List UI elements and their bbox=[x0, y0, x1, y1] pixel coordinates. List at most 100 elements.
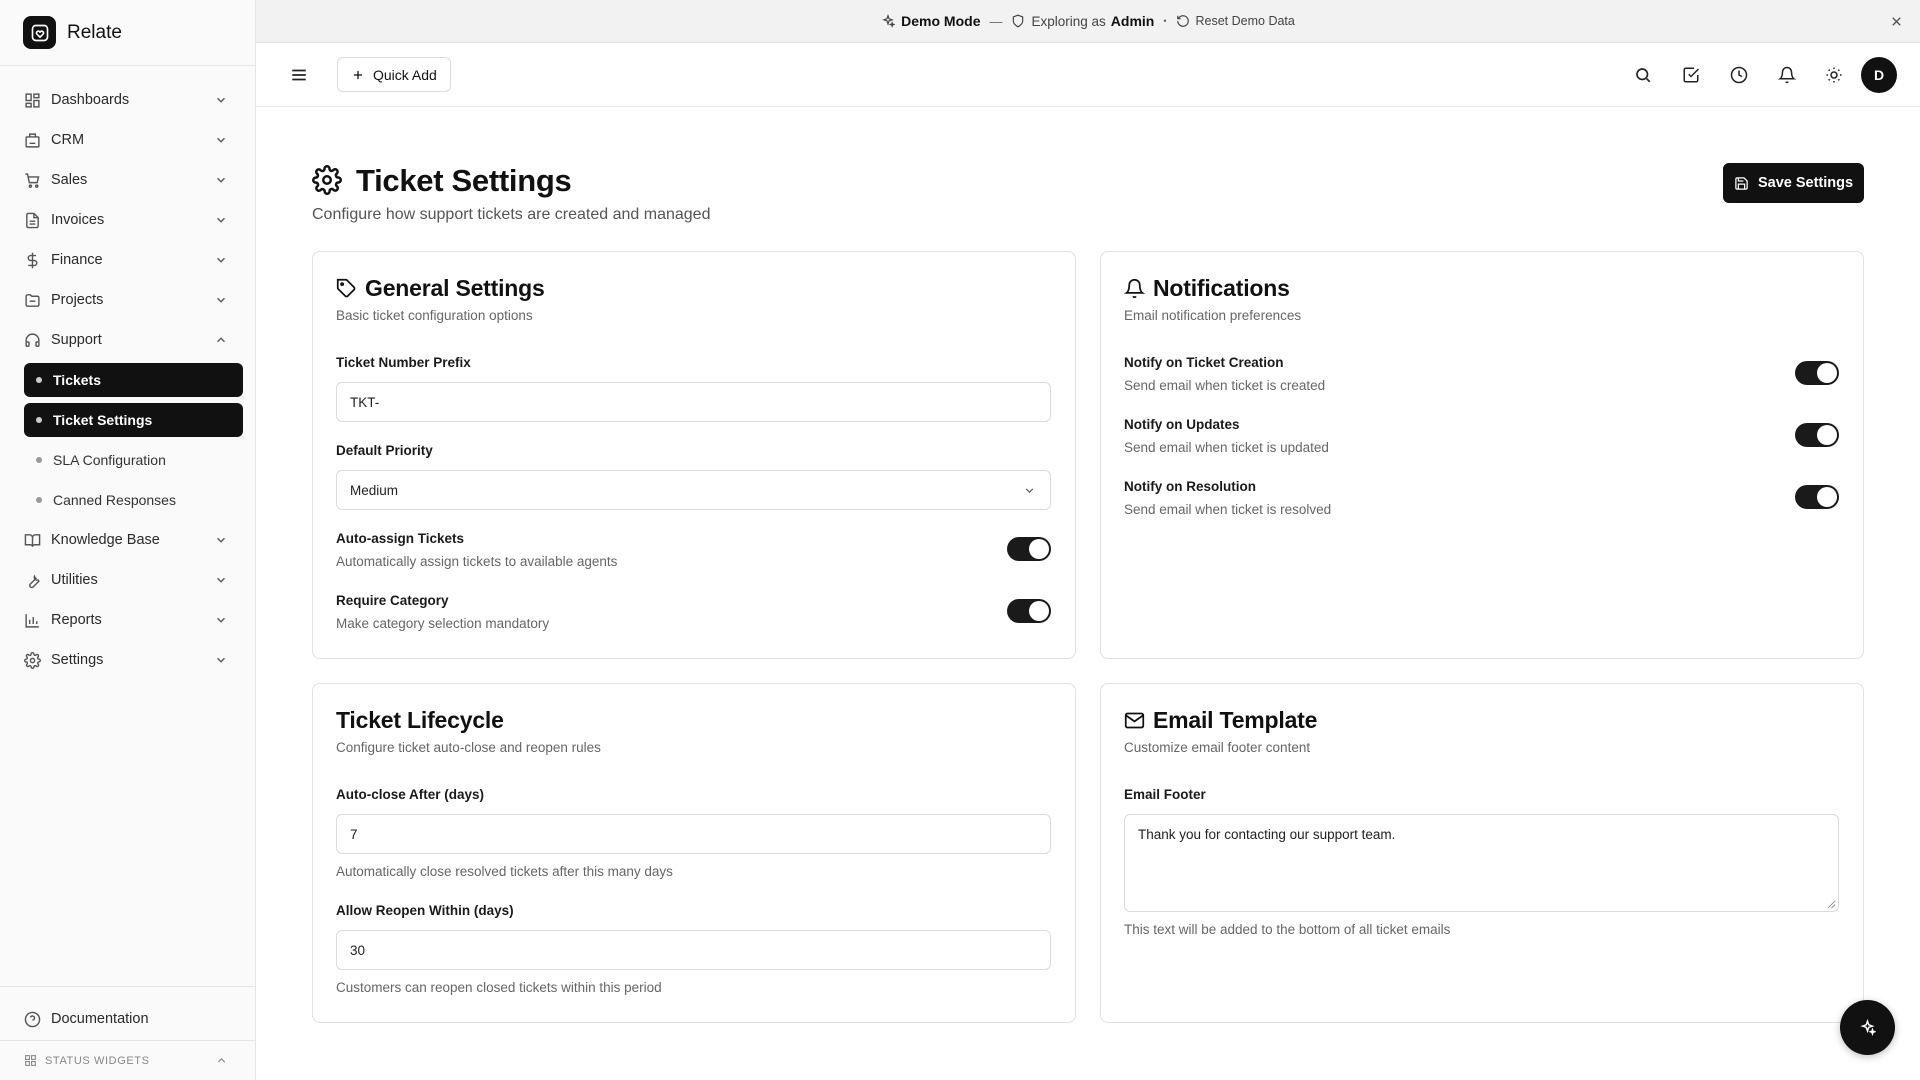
chevron-down-icon bbox=[217, 177, 225, 183]
sidebar-item-label: Projects bbox=[51, 292, 104, 308]
sidebar-item-label: Knowledge Base bbox=[51, 532, 160, 548]
help-circle-icon bbox=[24, 1011, 41, 1027]
sidebar-item-projects[interactable]: Projects bbox=[16, 284, 242, 316]
search-icon[interactable] bbox=[1634, 66, 1652, 84]
notify-resolution-title: Notify on Resolution bbox=[1124, 479, 1256, 494]
bell-icon[interactable] bbox=[1778, 66, 1796, 84]
default-priority-value: Medium bbox=[350, 482, 399, 498]
status-widgets-toggle[interactable]: STATUS WIDGETS bbox=[0, 1040, 256, 1080]
auto-close-input[interactable]: 7 bbox=[336, 814, 1051, 854]
notify-resolution-toggle[interactable] bbox=[1795, 485, 1839, 509]
grid-icon bbox=[25, 1055, 36, 1066]
sidebar-item-label: Reports bbox=[51, 612, 102, 628]
dashboard-icon bbox=[25, 92, 40, 108]
page-title: Ticket Settings bbox=[356, 163, 572, 198]
email-template-title: Email Template bbox=[1124, 707, 1317, 734]
sidebar-item-reports[interactable]: Reports bbox=[16, 604, 242, 636]
sidebar-item-support[interactable]: Support bbox=[16, 324, 242, 356]
chevron-down-icon bbox=[1025, 488, 1034, 493]
auto-close-hint: Automatically close resolved tickets aft… bbox=[336, 864, 673, 879]
reopen-label: Allow Reopen Within (days) bbox=[336, 903, 514, 918]
avatar[interactable]: D bbox=[1861, 57, 1897, 93]
documentation-link[interactable]: Documentation bbox=[16, 1004, 149, 1034]
reset-demo-button[interactable]: Reset Demo Data bbox=[1176, 14, 1295, 28]
sidebar-subitem-ticket-settings[interactable]: Ticket Settings bbox=[24, 403, 243, 437]
sun-icon[interactable] bbox=[1825, 66, 1843, 84]
chevron-up-icon bbox=[217, 1058, 226, 1063]
save-settings-button[interactable]: Save Settings bbox=[1723, 163, 1864, 203]
gear-icon bbox=[24, 651, 41, 669]
reopen-hint: Customers can reopen closed tickets with… bbox=[336, 980, 662, 995]
bullet-dot bbox=[36, 497, 42, 503]
auto-close-label: Auto-close After (days) bbox=[336, 787, 485, 802]
sidebar-item-knowledge-base[interactable]: Knowledge Base bbox=[16, 524, 242, 556]
quick-add-button[interactable]: Quick Add bbox=[337, 57, 451, 92]
notify-updates-desc: Send email when ticket is updated bbox=[1124, 440, 1329, 455]
quick-add-label: Quick Add bbox=[373, 66, 437, 83]
toggle-knob bbox=[1817, 487, 1837, 507]
wrench-icon bbox=[29, 573, 40, 588]
email-footer-value: Thank you for contacting our support tea… bbox=[1138, 827, 1396, 842]
banner-dash: — bbox=[989, 13, 1003, 29]
demo-banner: Demo Mode — Exploring as Admin • Reset D… bbox=[256, 0, 1920, 43]
email-footer-label: Email Footer bbox=[1124, 787, 1206, 802]
bar-chart-icon bbox=[25, 613, 39, 628]
brand[interactable]: Relate bbox=[0, 0, 255, 66]
ticket-prefix-value: TKT- bbox=[350, 394, 380, 410]
sidebar-item-label: Support bbox=[51, 332, 102, 348]
sidebar-subitem-sla-configuration[interactable]: SLA Configuration bbox=[24, 443, 243, 477]
demo-role: Admin bbox=[1110, 13, 1155, 29]
ticket-prefix-input[interactable]: TKT- bbox=[336, 382, 1051, 422]
chevron-down-icon bbox=[217, 217, 225, 223]
notify-creation-toggle[interactable] bbox=[1795, 361, 1839, 385]
bell-icon bbox=[1124, 278, 1145, 299]
resize-grip-icon[interactable] bbox=[1827, 900, 1836, 909]
bullet-dot bbox=[36, 457, 42, 463]
sidebar-subitem-tickets[interactable]: Tickets bbox=[24, 363, 243, 397]
auto-assign-toggle[interactable] bbox=[1007, 537, 1051, 561]
close-icon[interactable] bbox=[1889, 14, 1904, 29]
reopen-input[interactable]: 30 bbox=[336, 930, 1051, 970]
demo-mode-label: Demo Mode bbox=[901, 13, 981, 29]
default-priority-select[interactable]: Medium bbox=[336, 470, 1051, 510]
dollar-icon bbox=[27, 252, 38, 268]
sidebar-item-finance[interactable]: Finance bbox=[16, 244, 242, 276]
sidebar-subitem-label: SLA Configuration bbox=[53, 452, 166, 468]
bullet-dot bbox=[36, 377, 42, 383]
require-category-toggle[interactable] bbox=[1007, 599, 1051, 623]
email-footer-textarea[interactable]: Thank you for contacting our support tea… bbox=[1124, 814, 1839, 912]
sparkles-icon bbox=[882, 14, 896, 28]
status-widgets-label: STATUS WIDGETS bbox=[45, 1054, 150, 1067]
check-square-icon[interactable] bbox=[1682, 66, 1700, 84]
toggle-knob bbox=[1817, 363, 1837, 383]
clock-icon[interactable] bbox=[1730, 66, 1748, 84]
notify-updates-toggle[interactable] bbox=[1795, 423, 1839, 447]
sidebar-item-settings[interactable]: Settings bbox=[16, 644, 242, 676]
sidebar-item-invoices[interactable]: Invoices bbox=[16, 204, 242, 236]
chevron-down-icon bbox=[217, 577, 225, 583]
general-settings-desc: Basic ticket configuration options bbox=[336, 308, 533, 323]
documentation-label: Documentation bbox=[51, 1011, 149, 1027]
topbar: Quick Add D bbox=[256, 43, 1920, 107]
gear-icon bbox=[312, 165, 342, 195]
sidebar-subitem-label: Canned Responses bbox=[53, 492, 176, 508]
sidebar-item-dashboards[interactable]: Dashboards bbox=[16, 84, 242, 116]
sidebar-item-crm[interactable]: CRM bbox=[16, 124, 242, 156]
ticket-lifecycle-desc: Configure ticket auto-close and reopen r… bbox=[336, 740, 601, 755]
cart-icon bbox=[25, 172, 40, 188]
menu-icon[interactable] bbox=[290, 66, 308, 84]
sidebar-item-label: Dashboards bbox=[51, 92, 130, 108]
sidebar-item-utilities[interactable]: Utilities bbox=[16, 564, 242, 596]
toggle-knob bbox=[1029, 601, 1049, 621]
mail-icon bbox=[1124, 712, 1145, 729]
require-category-desc: Make category selection mandatory bbox=[336, 616, 550, 631]
save-icon bbox=[1735, 176, 1748, 190]
sidebar-subitem-canned-responses[interactable]: Canned Responses bbox=[24, 483, 243, 517]
chevron-down-icon bbox=[217, 657, 225, 663]
ai-assistant-button[interactable] bbox=[1840, 1000, 1895, 1055]
reset-demo-label: Reset Demo Data bbox=[1195, 14, 1295, 28]
chevron-down-icon bbox=[217, 257, 225, 263]
sidebar-item-sales[interactable]: Sales bbox=[16, 164, 242, 196]
sidebar-item-label: Invoices bbox=[51, 212, 105, 228]
notify-resolution-desc: Send email when ticket is resolved bbox=[1124, 502, 1332, 517]
